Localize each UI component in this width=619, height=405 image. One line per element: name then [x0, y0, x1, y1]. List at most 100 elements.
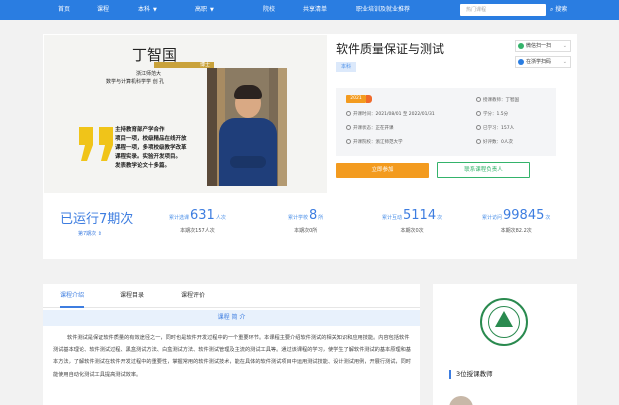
- stat-sub: 本期次0次: [400, 228, 424, 234]
- stat-value: 99845: [503, 208, 545, 223]
- stat-label: 累计学校: [288, 215, 309, 221]
- period-selector[interactable]: 第7期次 ⇕: [78, 230, 102, 237]
- course-rating: 好评数：0人次: [476, 139, 513, 145]
- course-rating-value: 0人次: [501, 140, 513, 145]
- course-credit: 学分：1.5分: [476, 111, 508, 117]
- contact-owner-button[interactable]: 联系课程负责人: [437, 162, 530, 178]
- university-logo: [480, 298, 528, 346]
- chevron-down-icon: ⌄: [562, 43, 567, 49]
- stat-value: 631: [190, 208, 215, 223]
- course-learned-value: 157人: [501, 126, 515, 131]
- stat-sub: 本期次82.2次: [500, 228, 532, 234]
- chevron-up-down-icon: ⇕: [97, 231, 102, 237]
- course-school-label: 开课院校：: [353, 140, 376, 145]
- course-credit-label: 学分：: [483, 112, 497, 117]
- start-time-value: 2021/08/01 至 2022/01/31: [375, 112, 435, 117]
- tab-reviews[interactable]: 课程评价: [181, 284, 205, 308]
- nav-undergrad[interactable]: 本科 ▼: [138, 0, 157, 20]
- course-learned: 已学习：157人: [476, 125, 514, 131]
- course-status-value: 正在开课: [375, 126, 394, 131]
- stat-label: 累计选课: [169, 215, 190, 221]
- teacher-rank: 博士: [154, 62, 214, 68]
- stat-visits: 累计访问99845次 本期次82.2次: [482, 208, 550, 234]
- stat-value: 8: [309, 208, 318, 223]
- stat-label: 累计访问: [482, 215, 503, 221]
- teacher-icon: [476, 97, 481, 102]
- chevron-down-icon: ▼: [210, 7, 214, 13]
- course-credit-value: 1.5分: [496, 112, 509, 117]
- wechat-icon: [518, 43, 524, 49]
- search-icon: ⌕: [550, 6, 554, 13]
- nav-share-list[interactable]: 共享清单: [303, 0, 327, 20]
- stat-value: 5114: [403, 208, 437, 223]
- stat-sub: 本期次0所: [294, 228, 318, 234]
- cover-bullet: 发表教学论文十多篇。: [115, 163, 171, 169]
- teachers-panel: 3位授课教师: [433, 284, 577, 405]
- status-icon: [346, 125, 351, 130]
- stat-unit: 次: [545, 215, 551, 221]
- share-wechat[interactable]: 微信扫一扫 ⌄: [515, 40, 571, 52]
- start-time: 开课时间：2021/08/01 至 2022/01/31: [346, 111, 435, 117]
- nav-courses[interactable]: 课程: [97, 0, 109, 20]
- person-hair: [234, 85, 262, 99]
- course-title: 软件质量保证与测试: [336, 42, 445, 56]
- nav-training[interactable]: 职业培训及就业推荐: [356, 0, 410, 20]
- user-icon: [476, 125, 481, 130]
- course-detail-panel: 课程介绍 课程目录 课程评价 课程 简 介 软件测试是保证软件质量的有效途径之一…: [43, 284, 420, 405]
- app-icon: [518, 59, 524, 65]
- course-school-value: 浙江师范大学: [375, 140, 403, 145]
- top-nav: 首页 课程 本科 ▼ 高职 ▼ 院校 共享清单 职业培训及就业推荐 热门课程 ⌕ 搜…: [0, 0, 619, 20]
- search-button-label: 搜索: [555, 6, 568, 13]
- course-cover: 丁智国 博士 浙江师范大 数学与计算机科学学 创 孔 主持教育部产学合作 项目一…: [44, 35, 327, 193]
- cover-bullet: 项目一项，校级精品在线开放: [115, 136, 187, 142]
- avatar[interactable]: [449, 396, 473, 405]
- stat-sub: 本期次157人次: [180, 228, 215, 234]
- cover-department: 数学与计算机科学学 创 孔: [106, 79, 165, 85]
- nav-colleges[interactable]: 院校: [263, 0, 275, 20]
- course-tag: 本科: [336, 62, 357, 72]
- person-body: [219, 118, 277, 186]
- quote-icon: [79, 127, 113, 161]
- tab-intro[interactable]: 课程介绍: [60, 284, 85, 308]
- period-selector-label: 第7期次: [78, 231, 97, 237]
- nav-home[interactable]: 首页: [58, 0, 70, 20]
- course-teacher-value: 丁智国: [505, 98, 520, 103]
- search-input[interactable]: 热门课程: [460, 4, 546, 16]
- join-button[interactable]: 立即参加: [336, 163, 429, 178]
- intro-heading: 课程 简 介: [43, 310, 420, 326]
- chevron-down-icon: ▼: [153, 7, 157, 13]
- credit-icon: [476, 111, 481, 116]
- intro-text: 软件测试是保证软件质量的有效途径之一，同时也是软件开发过程中的一个重要环节。本课…: [53, 335, 411, 378]
- stat-unit: 所: [318, 215, 324, 221]
- course-status-label: 开课状态：: [353, 126, 376, 131]
- stat-label: 累计互动: [382, 215, 403, 221]
- course-school: 开课院校：浙江师范大学: [346, 139, 403, 145]
- year-badge-tail: [366, 95, 372, 103]
- tab-catalog[interactable]: 课程目录: [120, 284, 144, 308]
- start-time-label: 开课时间：: [353, 112, 376, 117]
- course-rating-label: 好评数：: [483, 140, 501, 145]
- share-wechat-label: 微信扫一扫: [526, 43, 552, 49]
- search-button[interactable]: ⌕ 搜索: [550, 0, 567, 20]
- course-card: 丁智国 博士 浙江师范大 数学与计算机科学学 创 孔 主持教育部产学合作 项目一…: [43, 34, 577, 259]
- run-periods: 已运行7期次: [60, 212, 134, 227]
- stat-unit: 次: [437, 215, 443, 221]
- chevron-down-icon: ⌄: [562, 59, 567, 65]
- bookshelf: [207, 68, 217, 186]
- nav-undergrad-label: 本科: [138, 6, 151, 13]
- nav-vocational-label: 高职: [195, 6, 208, 13]
- stat-unit: 人次: [215, 215, 226, 221]
- course-teacher-label: 授课教师：: [483, 98, 506, 103]
- course-status: 开课状态：正在开课: [346, 125, 394, 131]
- school-icon: [346, 139, 351, 144]
- share-app-label: 在浙学扫码: [526, 59, 552, 65]
- course-info-panel: 2021 开课时间：2021/08/01 至 2022/01/31 开课状态：正…: [336, 88, 556, 156]
- nav-vocational[interactable]: 高职 ▼: [195, 0, 214, 20]
- teacher-photo: [207, 68, 287, 186]
- stat-enrollments: 累计选课631人次 本期次157人次: [169, 208, 226, 234]
- year-badge: 2021: [346, 95, 366, 103]
- thumb-icon: [476, 139, 481, 144]
- stat-interactions: 累计互动5114次 本期次0次: [382, 208, 442, 234]
- person-arms: [230, 156, 266, 168]
- share-app[interactable]: 在浙学扫码 ⌄: [515, 56, 571, 68]
